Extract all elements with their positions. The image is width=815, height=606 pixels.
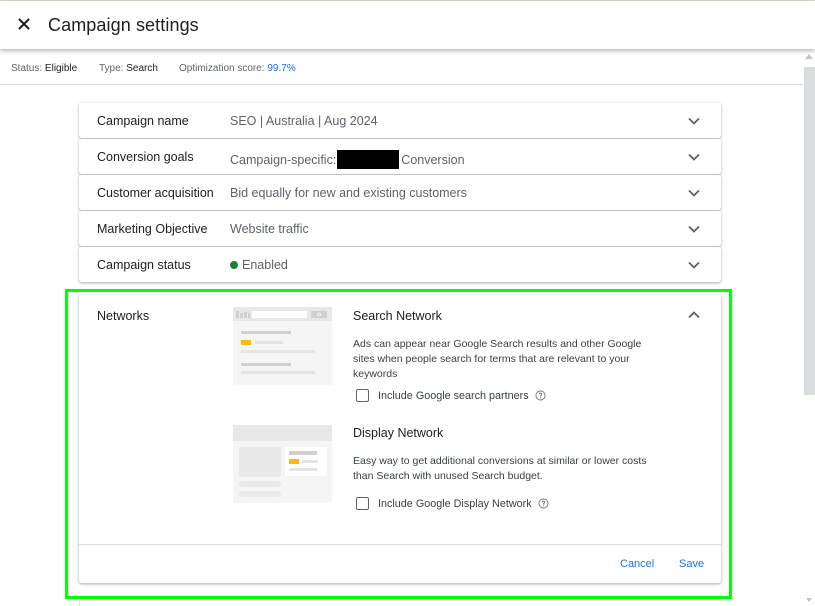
status-text: Enabled: [242, 258, 288, 272]
display-network-label[interactable]: Include Google Display Network: [378, 498, 532, 510]
settings-content: Status: Eligible Type: Search Optimizati…: [0, 49, 803, 606]
campaign-status-summary: Status: Eligible: [11, 63, 77, 74]
scrollbar-thumb[interactable]: [804, 67, 815, 395]
setting-row-customer-acquisition[interactable]: Customer acquisition Bid equally for new…: [79, 175, 721, 210]
chevron-down-icon[interactable]: [687, 186, 701, 200]
close-icon[interactable]: [14, 14, 34, 34]
next-card-edge: [79, 599, 80, 606]
card-divider: [79, 544, 721, 545]
type-label: Type:: [99, 63, 124, 74]
setting-row-campaign-name[interactable]: Campaign name SEO | Australia | Aug 2024: [79, 103, 721, 138]
status-dot-icon: [230, 261, 238, 269]
setting-label: Marketing Objective: [97, 222, 208, 236]
type-value: Search: [126, 63, 158, 74]
search-network-description: Ads can appear near Google Search result…: [353, 338, 642, 380]
chevron-down-icon[interactable]: [687, 258, 701, 272]
search-partners-option[interactable]: Include Google search partners: [356, 389, 546, 402]
page-header: Campaign settings: [0, 1, 815, 49]
display-network-illustration: [233, 425, 332, 503]
chevron-down-icon[interactable]: [687, 114, 701, 128]
optimization-score-link[interactable]: 99.7%: [267, 63, 295, 74]
display-network-title: Display Network: [353, 426, 444, 440]
setting-row-campaign-status[interactable]: Campaign status Enabled: [79, 247, 721, 282]
scroll-down-arrow-icon[interactable]: [806, 598, 812, 602]
setting-value: SEO | Australia | Aug 2024: [230, 114, 378, 128]
display-network-checkbox[interactable]: [356, 497, 369, 510]
display-network-description: Easy way to get additional conversions a…: [353, 455, 647, 482]
status-label: Status:: [11, 63, 43, 74]
chevron-down-icon[interactable]: [687, 222, 701, 236]
display-network-option[interactable]: Include Google Display Network: [356, 497, 549, 510]
setting-row-conversion-goals[interactable]: Conversion goals Campaign-specific: Conve…: [79, 139, 721, 174]
score-label: Optimization score:: [179, 63, 265, 74]
networks-label: Networks: [97, 309, 150, 323]
scroll-up-arrow-icon[interactable]: [805, 54, 813, 59]
help-icon[interactable]: [535, 390, 546, 401]
setting-row-marketing-objective[interactable]: Marketing Objective Website traffic: [79, 211, 721, 246]
value-prefix: Campaign-specific:: [230, 153, 337, 167]
setting-label: Conversion goals: [97, 150, 194, 164]
chevron-down-icon[interactable]: [687, 150, 701, 164]
cancel-button[interactable]: Cancel: [620, 558, 654, 570]
help-icon[interactable]: [538, 498, 549, 509]
search-partners-checkbox[interactable]: [356, 389, 369, 402]
search-partners-label[interactable]: Include Google search partners: [378, 390, 529, 402]
setting-value: Website traffic: [230, 222, 309, 236]
status-value: Eligible: [44, 63, 78, 74]
optimization-score-summary: Optimization score: 99.7%: [179, 63, 296, 74]
networks-card: Networks Search Network Ads can appear n…: [79, 295, 721, 583]
status-bar: Status: Eligible Type: Search Optimizati…: [0, 49, 803, 85]
search-network-title: Search Network: [353, 309, 442, 323]
save-button[interactable]: Save: [679, 558, 704, 570]
setting-value: Bid equally for new and existing custome…: [230, 186, 467, 200]
setting-label: Campaign name: [97, 114, 189, 128]
setting-label: Campaign status: [97, 258, 191, 272]
setting-value: Campaign-specific: Conversion: [230, 150, 465, 169]
page-title: Campaign settings: [48, 15, 199, 35]
campaign-type-summary: Type: Search: [99, 63, 158, 74]
search-network-illustration: [233, 307, 332, 385]
redacted-block: [337, 150, 400, 169]
chevron-up-icon[interactable]: [687, 308, 701, 322]
setting-value: Enabled: [230, 258, 288, 272]
setting-label: Customer acquisition: [97, 186, 214, 200]
value-suffix: Conversion: [401, 153, 465, 167]
